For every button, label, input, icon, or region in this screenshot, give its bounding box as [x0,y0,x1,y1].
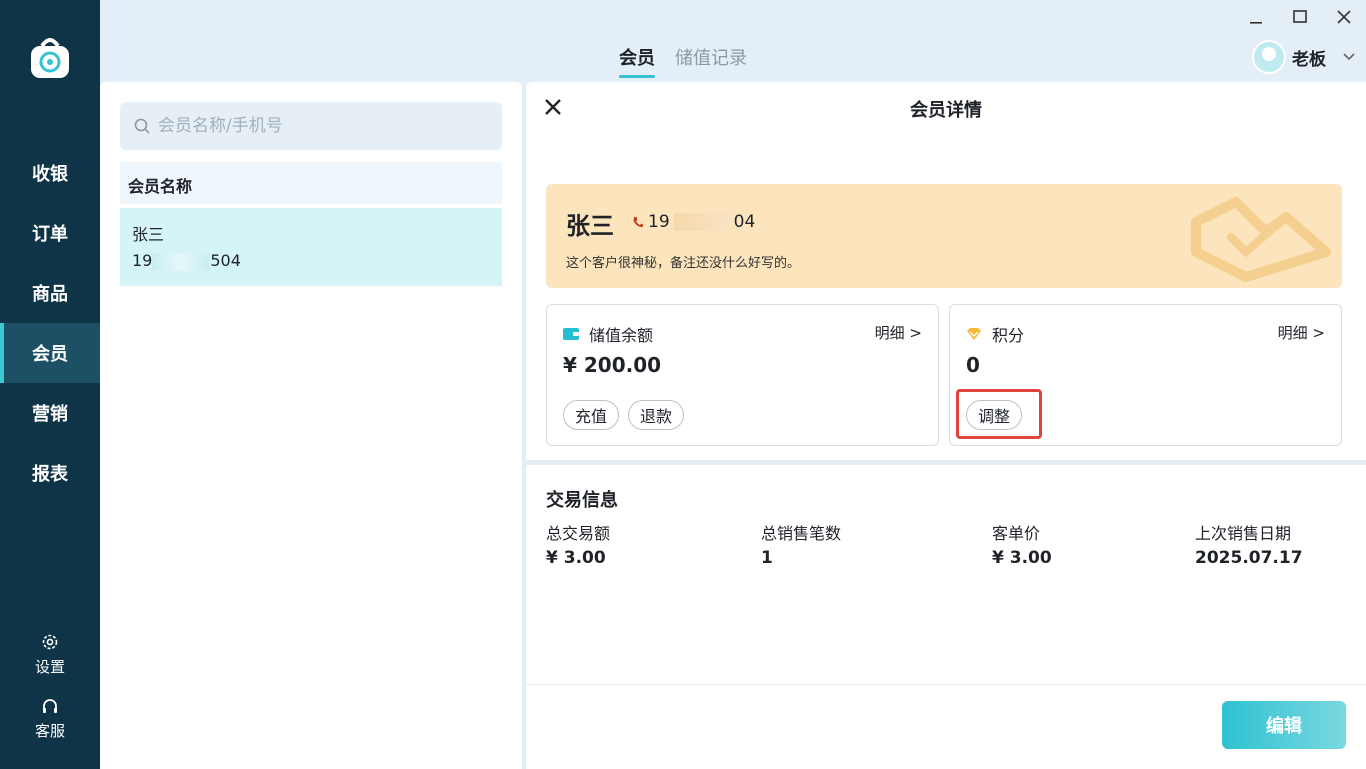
diamond-icon [967,328,981,340]
phone-mask [152,252,211,271]
balance-title: 储值余额 [563,322,653,346]
member-detail-panel: 会员详情 张三 19 04 这个客户很神秘，备注还没什么好写的。 储值余额 明细 … [526,82,1366,769]
headset-icon [43,699,57,713]
sidebar: 收银 订单 商品 会员 营销 报表 设置 客服 [0,0,100,769]
sidebar-item-reports[interactable]: 报表 [0,443,100,503]
stat-last-sale-date: 上次销售日期 2025.07.17 [1195,524,1303,568]
maximize-icon [1293,10,1307,23]
search-box [120,102,502,150]
member-phone: 19 504 [132,251,241,271]
refund-button[interactable]: 退款 [628,400,685,430]
user-name: 老板 [1292,49,1326,70]
sidebar-item-marketing[interactable]: 营销 [0,383,100,443]
balance-value: ¥ 200.00 [563,353,662,377]
member-name: 张三 [132,225,165,244]
card-member-phone: 19 04 [632,212,755,232]
wallet-icon [563,328,579,340]
member-list-panel: 会员名称 张三 19504 [100,82,522,769]
sidebar-item-orders[interactable]: 订单 [0,203,100,263]
maximize-button[interactable] [1288,6,1312,28]
adjust-points-button[interactable]: 调整 [966,400,1023,430]
balance-box: 储值余额 明细 > ¥ 200.00 充值 退款 [546,304,939,446]
transactions-title: 交易信息 [546,490,618,511]
card-watermark-icon [1191,197,1331,282]
section-divider [526,460,1366,465]
search-input[interactable] [158,116,478,136]
search-icon [134,118,150,134]
card-member-name: 张三 [566,212,614,240]
list-header: 会员名称 [120,162,502,204]
tab-members[interactable]: 会员 [619,44,655,78]
list-item[interactable]: 张三 19 504 [120,208,502,286]
chevron-down-icon [1343,53,1355,61]
close-window-button[interactable] [1332,6,1356,28]
stat-total-amount: 总交易额 ¥ 3.00 [546,524,611,568]
recharge-button[interactable]: 充值 [563,400,620,430]
sidebar-item-cashier[interactable]: 收银 [0,143,100,203]
points-value: 0 [966,353,980,377]
gear-icon [42,634,58,650]
page-title: 会员详情 [910,100,982,121]
minimize-icon [1250,22,1262,24]
stat-sales-count: 总销售笔数 1 [761,524,842,568]
edit-button[interactable]: 编辑 [1222,701,1346,749]
footer-divider [526,684,1366,685]
phone-icon [633,217,643,228]
member-card: 张三 19 04 这个客户很神秘，备注还没什么好写的。 [546,184,1342,288]
points-title: 积分 [966,322,1024,346]
settings-button[interactable]: 设置 [0,632,100,677]
minimize-button[interactable] [1244,6,1268,28]
card-note: 这个客户很神秘，备注还没什么好写的。 [566,256,801,271]
customer-service-button[interactable]: 客服 [0,698,100,741]
settings-label: 设置 [34,658,65,676]
user-menu[interactable]: 老板 [1252,40,1356,74]
balance-detail-link[interactable]: 明细 > [875,322,922,343]
close-icon [1337,10,1351,24]
avatar [1252,40,1286,74]
stat-avg-order: 客单价 ¥ 3.00 [992,524,1052,568]
sidebar-item-members[interactable]: 会员 [0,323,100,383]
app-logo-icon [28,36,72,80]
points-detail-link[interactable]: 明细 > [1278,322,1325,343]
service-label: 客服 [34,722,65,740]
tab-stored-value-records[interactable]: 储值记录 [675,44,747,76]
top-tabs: 会员 储值记录 [619,44,747,78]
phone-mask [673,213,730,231]
points-box: 积分 明细 > 0 调整 [949,304,1342,446]
sidebar-item-products[interactable]: 商品 [0,263,100,323]
